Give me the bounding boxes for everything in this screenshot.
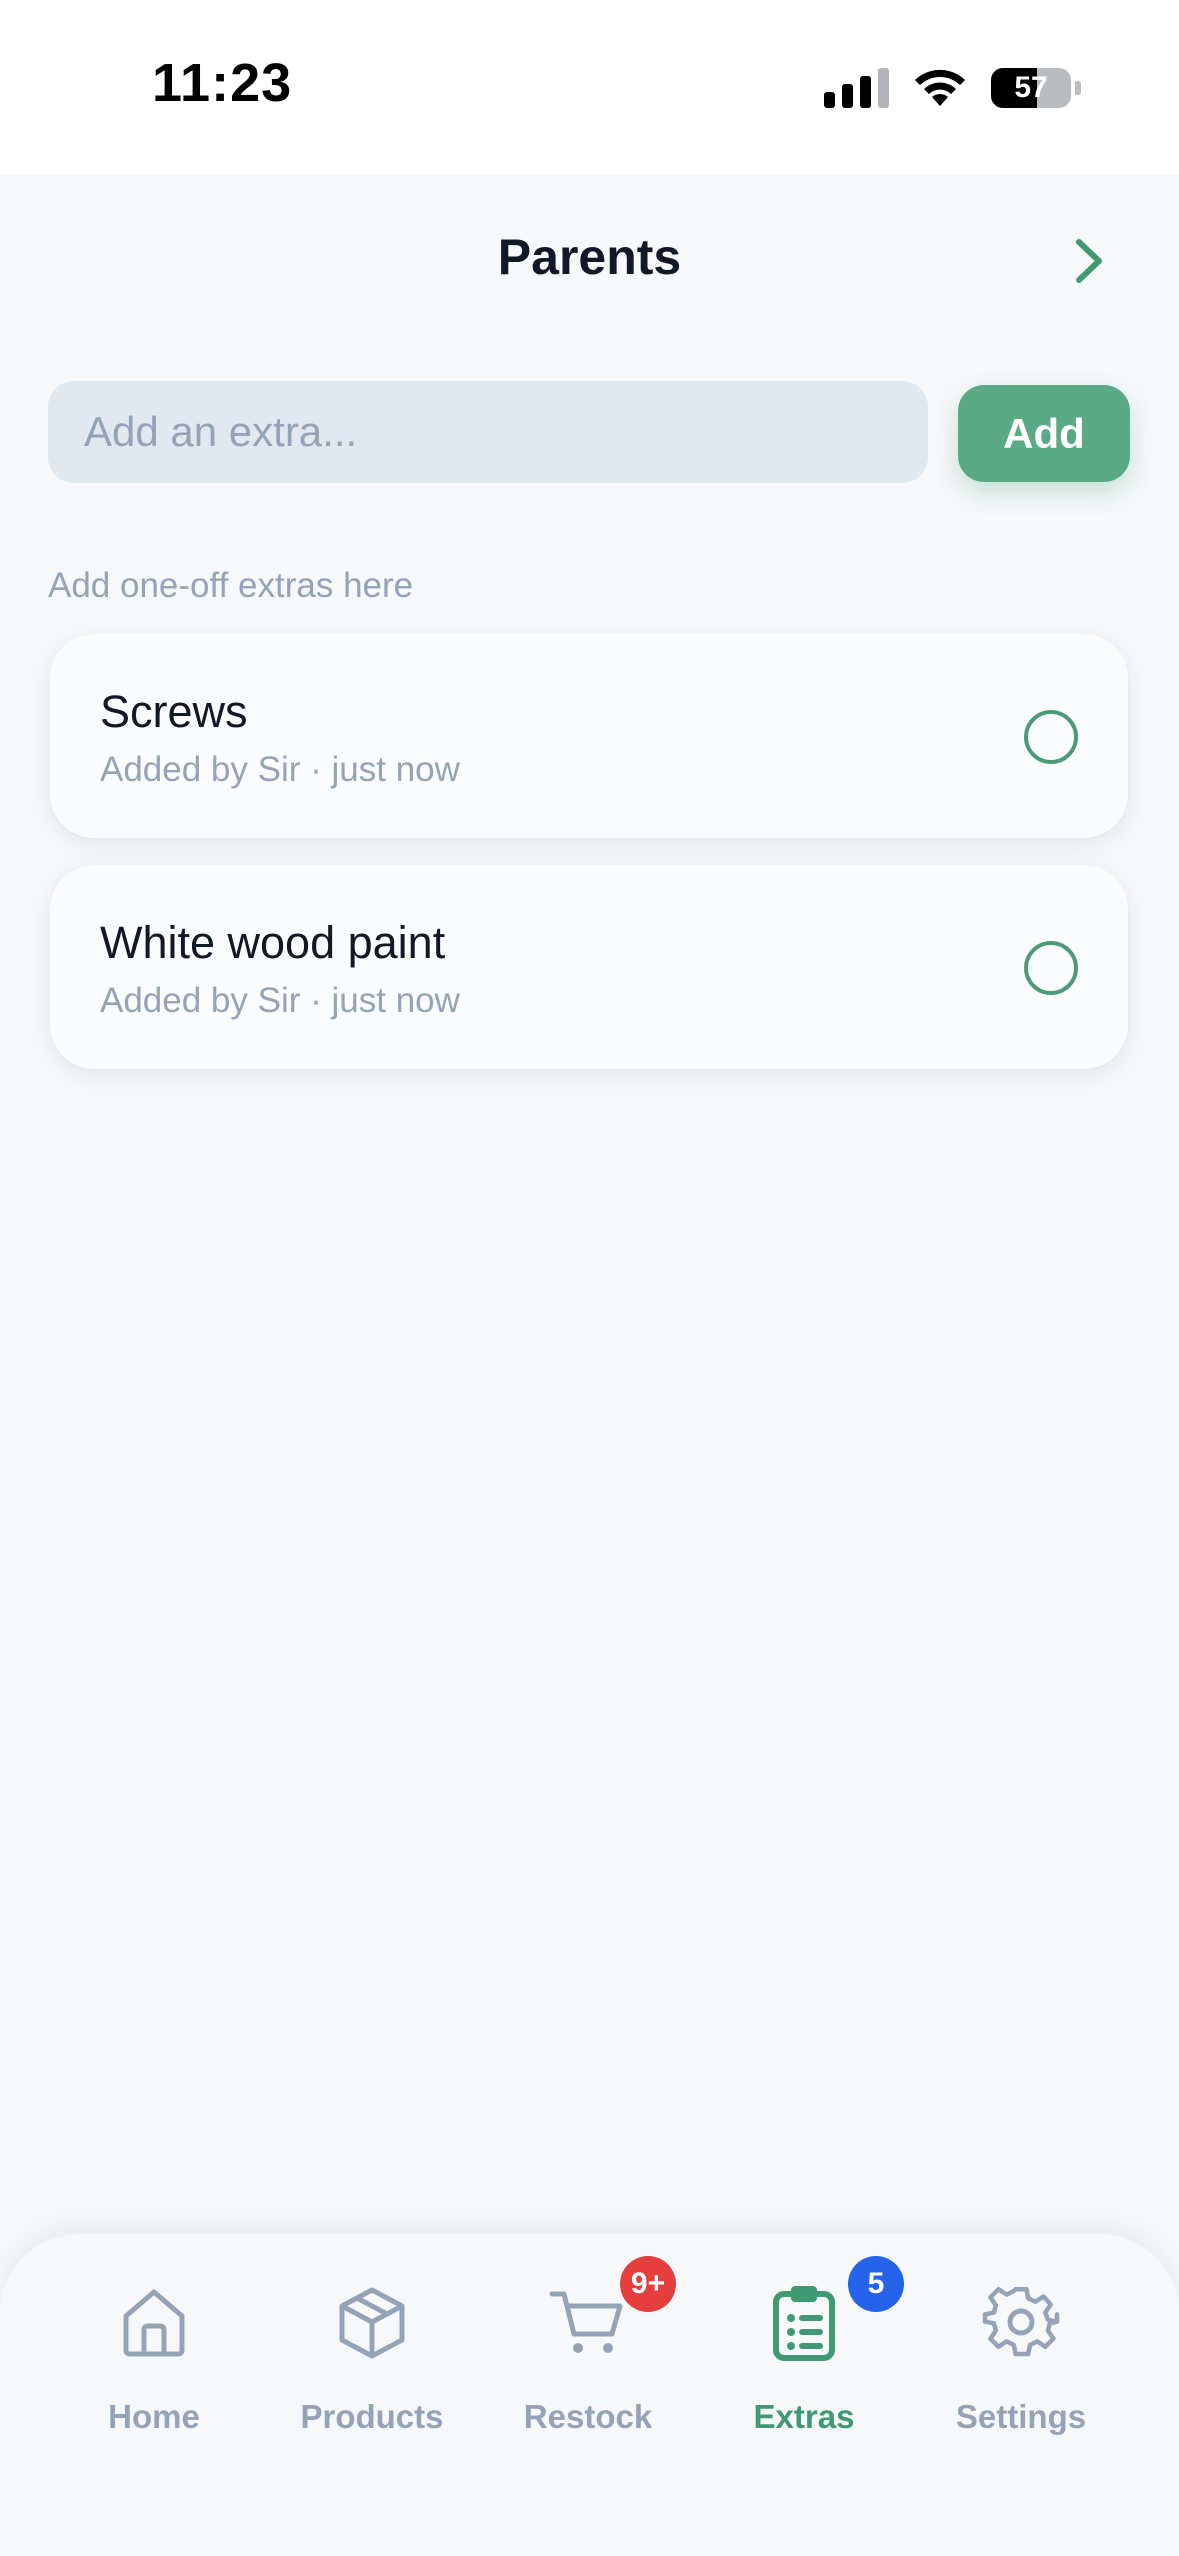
hint-text: Add one-off extras here xyxy=(48,566,414,605)
add-button[interactable]: Add xyxy=(958,385,1130,482)
page-title: Parents xyxy=(497,229,682,285)
tab-label: Home xyxy=(108,2398,200,2435)
status-time: 11:23 xyxy=(152,53,293,113)
tab-label: Extras xyxy=(753,2398,855,2435)
extra-name: Screws xyxy=(100,686,248,737)
extra-meta: Added by Sir · just now xyxy=(100,981,460,1020)
complete-checkbox[interactable] xyxy=(1024,710,1078,764)
battery-nub xyxy=(1075,81,1081,95)
status-bar: 11:23 57 xyxy=(0,0,1179,175)
status-icons: 57 xyxy=(824,64,1081,112)
clipboard-list-icon xyxy=(773,2286,835,2361)
tab-bar: Home Products 9+ Restock 5 Extras Settin… xyxy=(0,2233,1179,2556)
list-item[interactable]: White wood paint Added by Sir · just now xyxy=(50,865,1128,1069)
home-icon xyxy=(123,2289,185,2357)
gear-icon xyxy=(982,2286,1060,2357)
battery-percent: 57 xyxy=(1014,71,1048,104)
tab-label: Settings xyxy=(955,2398,1087,2435)
chevron-right-icon[interactable] xyxy=(1069,236,1109,286)
extras-badge: 5 xyxy=(848,2256,904,2312)
tab-home[interactable]: Home xyxy=(46,2234,262,2474)
tab-products[interactable]: Products xyxy=(264,2234,480,2474)
add-extra-input[interactable] xyxy=(48,381,928,483)
cart-icon xyxy=(549,2291,623,2353)
wifi-icon xyxy=(915,69,965,106)
restock-badge: 9+ xyxy=(620,2256,676,2312)
extra-meta: Added by Sir · just now xyxy=(100,750,460,789)
complete-checkbox[interactable] xyxy=(1024,941,1078,995)
tab-restock[interactable]: 9+ Restock xyxy=(480,2234,696,2474)
cellular-signal-icon xyxy=(824,68,889,108)
tab-extras[interactable]: 5 Extras xyxy=(696,2234,912,2474)
tab-label: Restock xyxy=(523,2398,653,2435)
tab-settings[interactable]: Settings xyxy=(913,2234,1129,2474)
box-icon xyxy=(339,2287,405,2359)
extra-name: White wood paint xyxy=(100,917,446,968)
list-item[interactable]: Screws Added by Sir · just now xyxy=(50,634,1128,838)
battery-icon: 57 xyxy=(991,68,1071,108)
tab-label: Products xyxy=(300,2398,444,2435)
